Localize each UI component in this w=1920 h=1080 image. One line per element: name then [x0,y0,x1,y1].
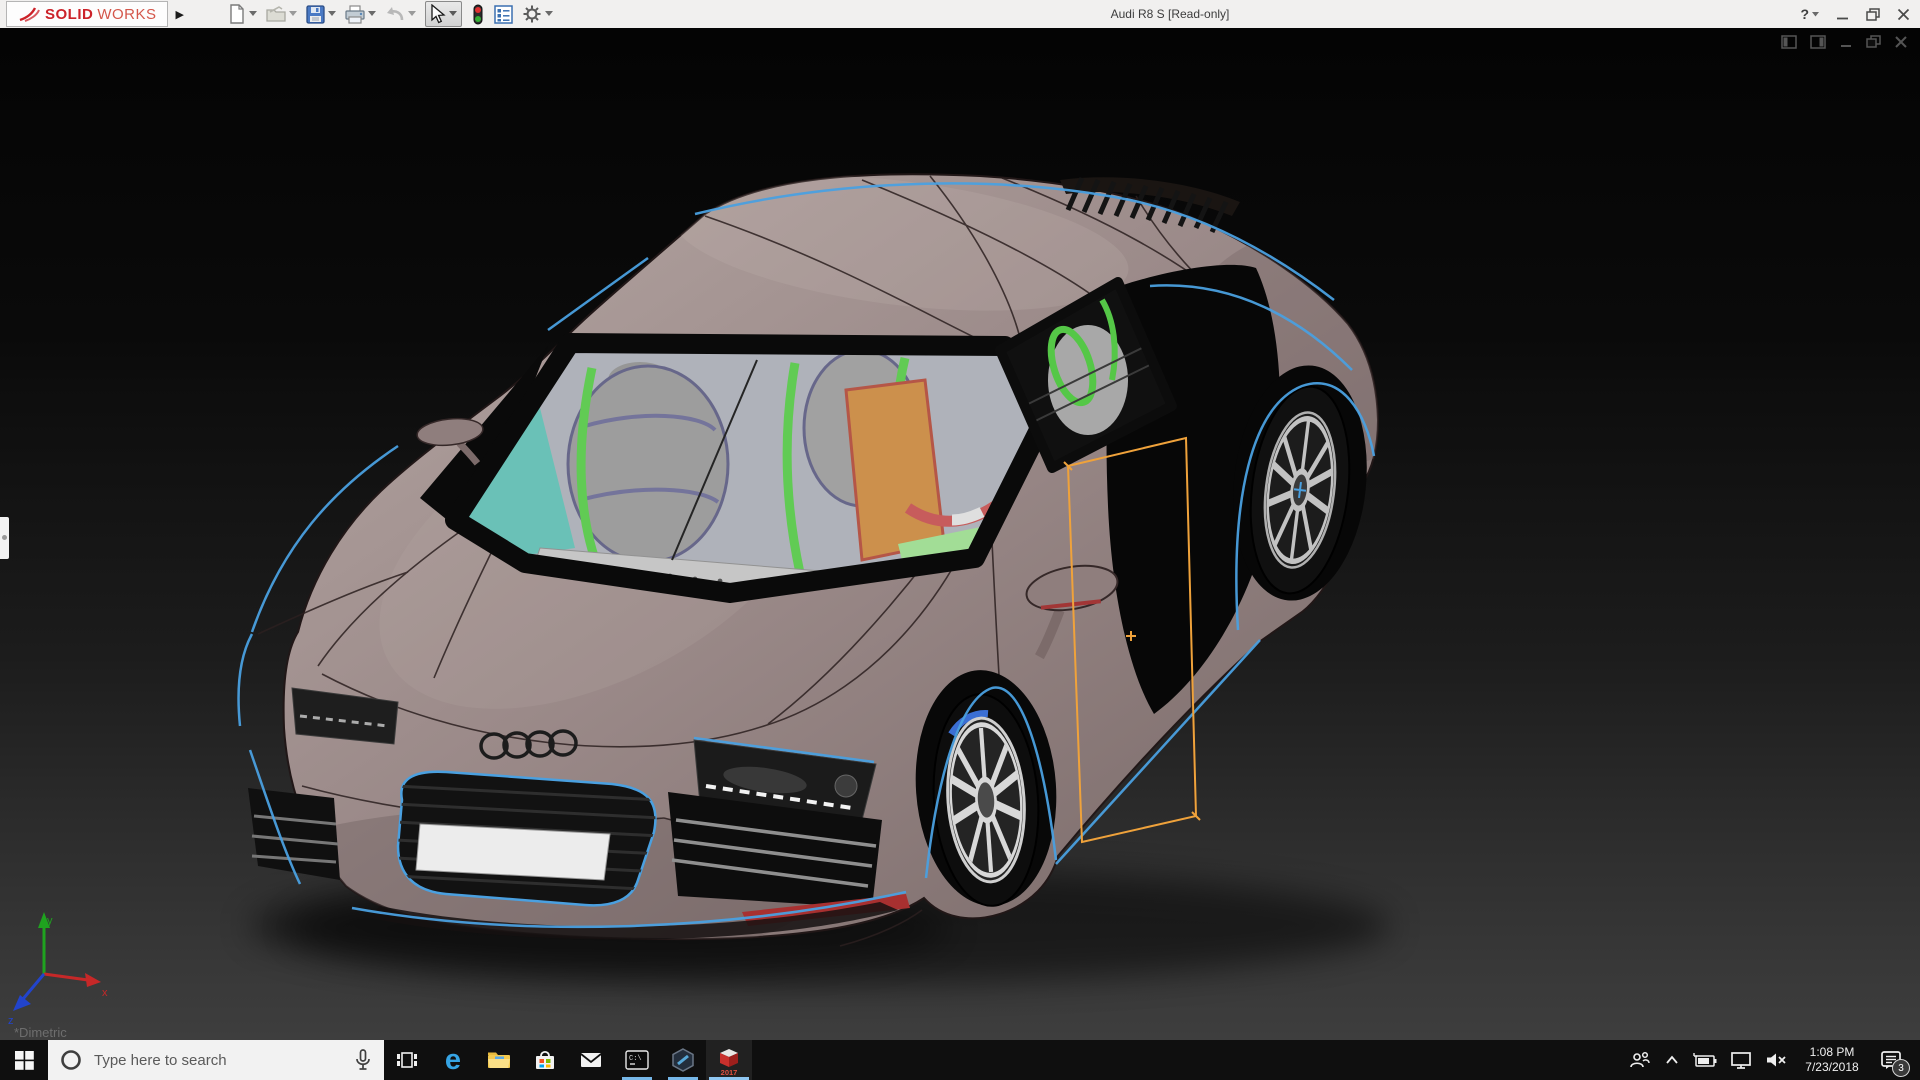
taskbar-search-input[interactable] [92,1050,344,1070]
dropdown-caret-icon[interactable] [248,11,257,17]
license-plate[interactable] [415,823,611,881]
close-button[interactable] [1897,8,1910,21]
car-model[interactable] [220,153,1460,968]
titlebar: SOLID WORKS ▶ Audi R8 S [Read-only] ? [0,0,1920,29]
document-window-controls [1781,35,1908,49]
microphone-icon[interactable] [354,1049,372,1071]
taskbar-app-store[interactable] [522,1040,568,1080]
feature-pane-toggle-icon[interactable] [1781,35,1797,49]
taskbar-app-command-prompt[interactable]: C:\ [614,1040,660,1080]
help-label: ? [1800,6,1809,22]
display-pane-toggle-icon[interactable] [1810,35,1826,49]
doc-restore-button[interactable] [1866,35,1881,49]
start-button[interactable] [0,1040,48,1080]
triad-z-label: z [8,1015,14,1027]
undo-arrow-icon [386,7,404,21]
dropdown-caret-icon[interactable] [367,11,376,17]
microsoft-store-icon [536,1050,554,1069]
menu-flyout-arrow[interactable]: ▶ [176,8,184,21]
notification-badge: 3 [1892,1059,1910,1077]
feature-tree-collapsed-tab[interactable] [0,517,9,559]
cmd-prompt-text: C:\ [629,1055,642,1063]
document-title: Audi R8 S [Read-only] [1110,7,1230,21]
network-display-icon[interactable] [1729,1049,1753,1071]
task-view-icon [397,1052,417,1068]
window-controls: ? [1800,0,1910,28]
minimize-button[interactable] [1836,8,1849,21]
stoplight-macro-button[interactable] [471,4,485,25]
gear-icon [523,5,541,23]
sw-year-label: 2017 [721,1068,738,1076]
system-tray: 1:08 PM 7/23/2018 3 [1628,1040,1920,1080]
properties-button[interactable] [494,4,513,24]
dropdown-caret-icon[interactable] [288,11,297,17]
quick-toolbar [228,1,562,27]
stoplight-icon [473,4,483,24]
battery-icon[interactable] [1692,1050,1718,1070]
cortana-icon [61,1050,81,1070]
triad-x-label: x [102,987,108,999]
tray-date: 7/23/2018 [1805,1060,1859,1074]
dropdown-caret-icon[interactable] [327,11,336,17]
select-tool-button[interactable] [424,1,462,27]
doc-minimize-button[interactable] [1839,35,1853,49]
printer-icon [345,4,365,24]
ds-swoosh-icon [19,7,40,22]
windows-logo-icon [14,1050,34,1070]
open-folder-icon [266,6,286,22]
doc-close-button[interactable] [1894,35,1908,49]
file-explorer-icon [488,1052,510,1068]
select-cursor-icon [431,4,446,24]
taskbar-app-solidworks-2017[interactable]: 2017 [706,1040,752,1080]
action-center-button[interactable]: 3 [1876,1045,1910,1077]
restore-button[interactable] [1866,7,1880,21]
command-prompt-icon: C:\ [625,1050,649,1070]
help-button[interactable]: ? [1800,6,1819,22]
orientation-triad: y x z [8,912,108,1027]
edge-icon: e [444,1043,462,1076]
logo-text-works: WORKS [97,5,157,23]
print-button[interactable] [345,4,376,24]
mail-icon [580,1053,602,1067]
undo-button[interactable] [385,5,416,23]
tray-time: 1:08 PM [1809,1045,1855,1059]
dropdown-caret-icon[interactable] [544,11,553,17]
front-grille[interactable] [395,770,660,907]
task-view-button[interactable] [384,1040,430,1080]
new-document-icon [230,4,244,24]
3d-scene[interactable]: y x z [0,28,1920,1040]
save-button[interactable] [306,4,336,24]
tray-clock[interactable]: 1:08 PM 7/23/2018 [1799,1045,1865,1075]
property-list-icon [494,4,513,24]
options-button[interactable] [522,4,553,24]
windows-taskbar: e C: [0,1040,1920,1080]
new-document-button[interactable] [228,4,257,24]
dropdown-caret-icon[interactable] [407,11,416,17]
solidworks-window: SOLID WORKS ▶ Audi R8 S [Read-only] ? y … [0,0,1920,1080]
air-intake-left[interactable] [248,788,340,880]
dropdown-caret-icon[interactable] [1812,11,1819,17]
tray-chevron-up-icon[interactable] [1663,1051,1681,1069]
dropdown-caret-icon[interactable] [448,11,457,17]
people-icon[interactable] [1628,1049,1652,1071]
volume-muted-icon[interactable] [1764,1049,1788,1071]
solidworks-2017-icon: 2017 [720,1049,738,1076]
triad-y-label: y [47,915,53,927]
taskbar-app-hexagon[interactable] [660,1040,706,1080]
view-orientation-label: *Dimetric [14,1025,67,1040]
taskbar-app-mail[interactable] [568,1040,614,1080]
save-floppy-icon [306,4,325,24]
taskbar-app-file-explorer[interactable] [476,1040,522,1080]
graphics-viewport[interactable]: y x z *Dimetric [0,28,1920,1040]
logo-text-solid: SOLID [45,5,94,23]
taskbar-search[interactable] [48,1040,384,1080]
open-button[interactable] [266,5,297,23]
solidworks-logo: SOLID WORKS [6,1,168,27]
hexagon-app-icon [672,1048,694,1072]
taskbar-app-edge[interactable]: e [430,1040,476,1080]
